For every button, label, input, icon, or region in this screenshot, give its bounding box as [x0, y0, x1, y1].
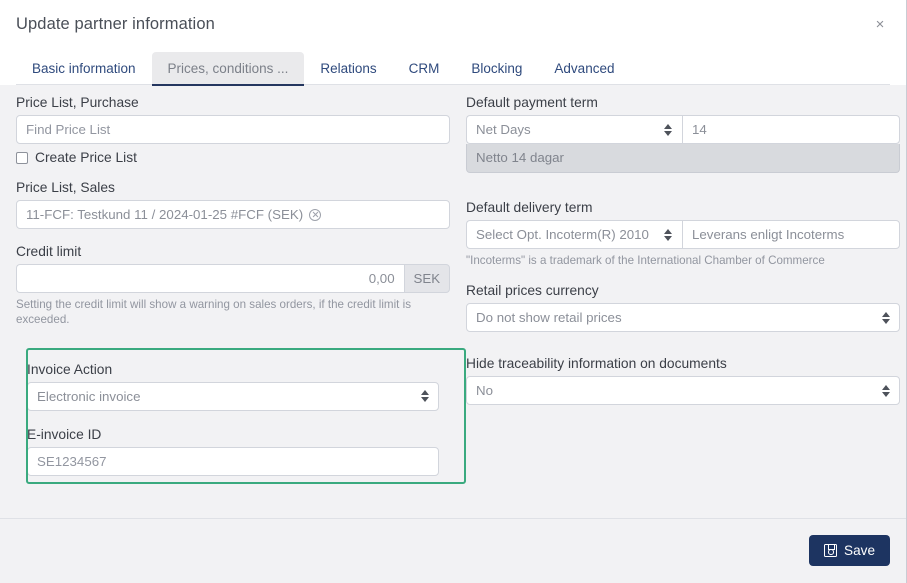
tab-basic-information[interactable]: Basic information — [16, 52, 152, 85]
field-default-payment-term: Default payment term Net Days Netto 14 d… — [466, 95, 900, 173]
circle-x-icon[interactable] — [309, 209, 321, 221]
save-disk-icon — [824, 544, 837, 557]
invoice-action-label: Invoice Action — [27, 362, 439, 377]
payment-term-select-wrap[interactable]: Net Days — [466, 115, 682, 144]
invoice-action-select[interactable]: Electronic invoice — [27, 382, 439, 411]
field-default-delivery-term: Default delivery term Select Opt. Incote… — [466, 200, 900, 268]
create-price-list-label: Create Price List — [35, 150, 137, 165]
tab-blocking[interactable]: Blocking — [455, 52, 538, 85]
payment-term-description: Netto 14 dagar — [466, 144, 900, 173]
dialog-header: Update partner information × — [0, 0, 906, 50]
credit-limit-currency-suffix: SEK — [404, 264, 450, 293]
field-invoice-action: Invoice Action Electronic invoice — [27, 362, 439, 411]
default-payment-term-label: Default payment term — [466, 95, 900, 110]
field-price-list-sales: Price List, Sales 11-FCF: Testkund 11 / … — [16, 180, 450, 229]
left-column: Price List, Purchase Create Price List P… — [16, 95, 450, 488]
retail-prices-currency-label: Retail prices currency — [466, 283, 900, 298]
right-column: Default payment term Net Days Netto 14 d… — [466, 95, 900, 488]
price-list-sales-label: Price List, Sales — [16, 180, 450, 195]
delivery-term-select-wrap[interactable]: Select Opt. Incoterm(R) 2010 — [466, 220, 682, 249]
einvoice-id-input[interactable] — [27, 447, 439, 476]
credit-limit-help-text: Setting the credit limit will show a war… — [16, 297, 450, 328]
price-list-purchase-label: Price List, Purchase — [16, 95, 450, 110]
einvoice-id-label: E-invoice ID — [27, 427, 439, 442]
tab-bar: Basic information Prices, conditions ...… — [0, 50, 906, 85]
field-retail-prices-currency: Retail prices currency Do not show retai… — [466, 283, 900, 332]
highlighted-group: Invoice Action Electronic invoice E-invo… — [16, 352, 450, 488]
field-einvoice-id: E-invoice ID — [27, 427, 439, 476]
price-list-sales-chip-text: 11-FCF: Testkund 11 / 2024-01-25 #FCF (S… — [26, 207, 303, 222]
hide-traceability-label: Hide traceability information on documen… — [466, 356, 900, 371]
tab-advanced[interactable]: Advanced — [538, 52, 630, 85]
dialog-footer: Save — [0, 518, 906, 583]
tab-relations[interactable]: Relations — [304, 52, 392, 85]
checkbox-icon[interactable] — [16, 152, 28, 164]
close-icon[interactable]: × — [869, 14, 891, 36]
price-list-sales-control[interactable]: 11-FCF: Testkund 11 / 2024-01-25 #FCF (S… — [16, 200, 450, 229]
default-payment-term-group: Net Days — [466, 115, 900, 144]
delivery-term-select[interactable]: Select Opt. Incoterm(R) 2010 — [466, 220, 682, 249]
hide-traceability-select[interactable]: No — [466, 376, 900, 405]
save-button-label: Save — [844, 543, 875, 558]
tab-crm[interactable]: CRM — [393, 52, 456, 85]
default-delivery-term-label: Default delivery term — [466, 200, 900, 215]
payment-term-select[interactable]: Net Days — [466, 115, 682, 144]
create-price-list-checkbox-row[interactable]: Create Price List — [16, 150, 450, 165]
credit-limit-input[interactable] — [16, 264, 404, 293]
retail-prices-currency-select[interactable]: Do not show retail prices — [466, 303, 900, 332]
retail-prices-currency-select-wrap[interactable]: Do not show retail prices — [466, 303, 900, 332]
invoice-action-select-wrap[interactable]: Electronic invoice — [27, 382, 439, 411]
default-delivery-term-group: Select Opt. Incoterm(R) 2010 — [466, 220, 900, 249]
field-credit-limit: Credit limit SEK Setting the credit limi… — [16, 244, 450, 328]
field-hide-traceability: Hide traceability information on documen… — [466, 356, 900, 405]
update-partner-dialog: Update partner information × Basic infor… — [0, 0, 907, 583]
field-price-list-purchase: Price List, Purchase Create Price List — [16, 95, 450, 165]
dialog-title: Update partner information — [16, 15, 215, 34]
delivery-term-help-text: "Incoterms" is a trademark of the Intern… — [466, 253, 900, 268]
hide-traceability-select-wrap[interactable]: No — [466, 376, 900, 405]
price-list-purchase-input[interactable] — [16, 115, 450, 144]
payment-term-days-input[interactable] — [682, 115, 900, 144]
tab-prices-conditions[interactable]: Prices, conditions ... — [152, 52, 305, 85]
dialog-body: Price List, Purchase Create Price List P… — [0, 85, 906, 552]
save-button[interactable]: Save — [809, 535, 890, 566]
delivery-term-text-input[interactable] — [682, 220, 900, 249]
credit-limit-group: SEK — [16, 264, 450, 293]
credit-limit-label: Credit limit — [16, 244, 450, 259]
